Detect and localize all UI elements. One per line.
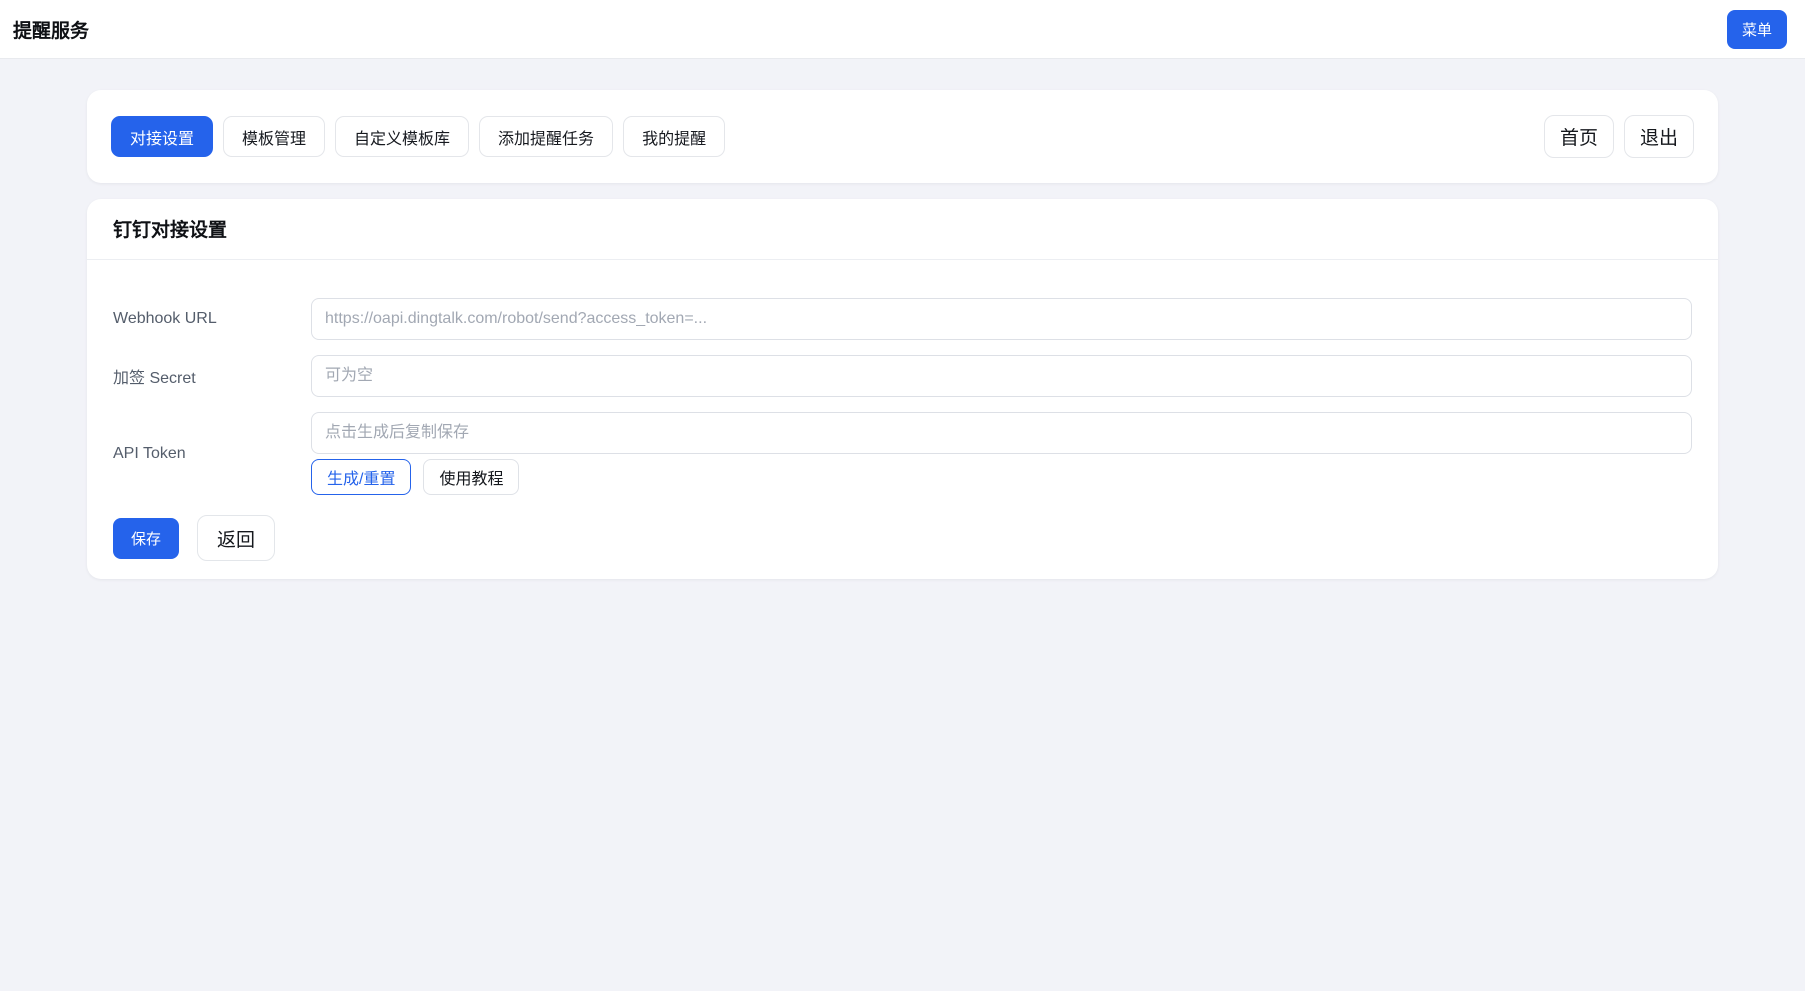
secret-input[interactable] <box>311 355 1692 397</box>
api-token-control: 生成/重置 使用教程 <box>311 412 1692 495</box>
secret-row: 加签 Secret <box>113 355 1692 397</box>
card-title: 钉钉对接设置 <box>113 220 228 241</box>
api-token-input[interactable] <box>311 412 1692 454</box>
tab-my-reminders[interactable]: 我的提醒 <box>623 116 726 157</box>
api-token-buttons: 生成/重置 使用教程 <box>311 459 1692 495</box>
tab-add-reminder-task[interactable]: 添加提醒任务 <box>479 116 614 157</box>
app-title: 提醒服务 <box>13 20 90 42</box>
form-actions: 保存 返回 <box>87 515 1718 561</box>
webhook-url-control <box>311 298 1692 340</box>
menu-button[interactable]: 菜单 <box>1726 9 1787 49</box>
secret-control <box>311 355 1692 397</box>
topbar: 提醒服务 菜单 <box>0 0 1805 59</box>
tab-group: 对接设置 模板管理 自定义模板库 添加提醒任务 我的提醒 <box>111 116 726 157</box>
back-button[interactable]: 返回 <box>197 515 276 561</box>
home-button[interactable]: 首页 <box>1543 115 1614 158</box>
api-token-row: API Token 生成/重置 使用教程 <box>113 412 1692 495</box>
tab-integration-settings[interactable]: 对接设置 <box>111 116 214 157</box>
page-container: 对接设置 模板管理 自定义模板库 添加提醒任务 我的提醒 首页 退出 钉钉对接设… <box>87 90 1718 579</box>
tutorial-button[interactable]: 使用教程 <box>423 459 520 495</box>
webhook-url-input[interactable] <box>311 298 1692 340</box>
webhook-url-row: Webhook URL <box>113 298 1692 340</box>
generate-reset-button[interactable]: 生成/重置 <box>311 459 412 495</box>
settings-form: Webhook URL 加签 Secret API Token 生成/重置 使用… <box>87 260 1718 495</box>
tab-template-management[interactable]: 模板管理 <box>223 116 326 157</box>
webhook-url-label: Webhook URL <box>113 310 217 327</box>
api-token-label: API Token <box>113 444 186 462</box>
secret-label: 加签 Secret <box>113 370 196 387</box>
card-header: 钉钉对接设置 <box>87 199 1718 260</box>
tab-custom-template-library[interactable]: 自定义模板库 <box>335 116 470 157</box>
save-button[interactable]: 保存 <box>113 517 180 559</box>
dingtalk-settings-card: 钉钉对接设置 Webhook URL 加签 Secret API Token <box>87 199 1718 579</box>
nav-right-group: 首页 退出 <box>1543 115 1694 158</box>
tab-navigation-card: 对接设置 模板管理 自定义模板库 添加提醒任务 我的提醒 首页 退出 <box>87 90 1718 183</box>
logout-button[interactable]: 退出 <box>1623 115 1694 158</box>
